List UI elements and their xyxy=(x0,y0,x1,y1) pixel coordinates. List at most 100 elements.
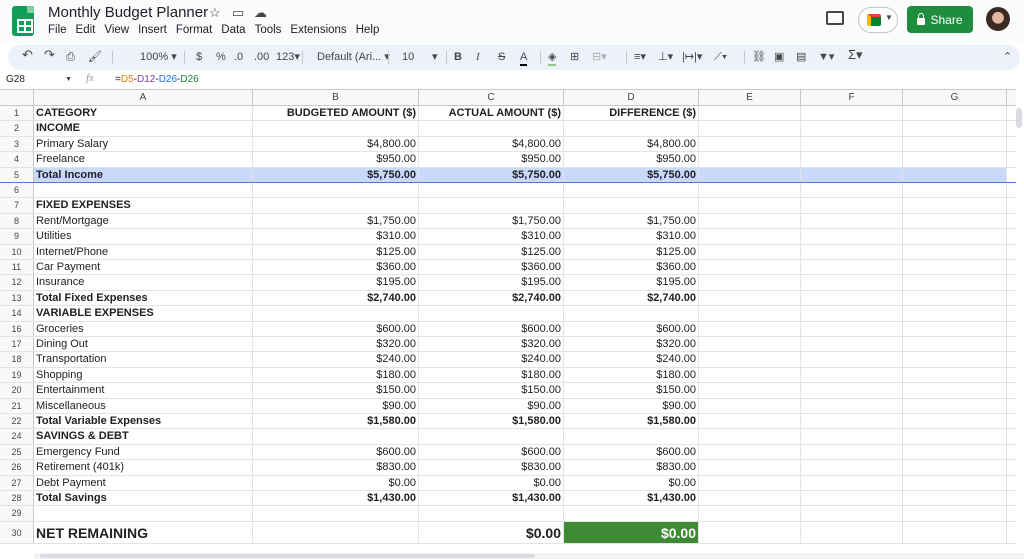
decrease-decimal-button[interactable]: .0 xyxy=(234,50,243,64)
cell-difference[interactable] xyxy=(564,183,699,198)
cell-actual[interactable]: $240.00 xyxy=(419,352,564,367)
row-number[interactable]: 20 xyxy=(0,383,34,398)
cell-empty[interactable] xyxy=(801,491,903,506)
cell-actual[interactable]: $1,750.00 xyxy=(419,213,564,229)
zoom-select[interactable]: 100% ▾ xyxy=(140,50,177,64)
cell-actual[interactable]: $0.00 xyxy=(419,475,564,490)
merge-cells-icon[interactable]: ⊟▾ xyxy=(592,50,607,64)
row-number[interactable]: 13 xyxy=(0,290,34,306)
cell-budgeted[interactable]: $320.00 xyxy=(253,337,419,352)
cell-category[interactable]: INCOME xyxy=(34,121,253,136)
cell-empty[interactable] xyxy=(903,367,1007,383)
cell-empty[interactable] xyxy=(801,398,903,413)
cell-actual[interactable]: $90.00 xyxy=(419,398,564,413)
row-number[interactable]: 30 xyxy=(0,521,34,543)
cell-budgeted[interactable]: BUDGETED AMOUNT ($) xyxy=(253,106,419,121)
cell-empty[interactable] xyxy=(801,352,903,367)
cell-category[interactable]: Primary Salary xyxy=(34,136,253,152)
cell-empty[interactable] xyxy=(903,198,1007,213)
cell-empty[interactable] xyxy=(699,444,801,460)
italic-button[interactable]: I xyxy=(476,50,480,64)
cell-empty[interactable] xyxy=(699,244,801,259)
cell-difference[interactable]: $1,580.00 xyxy=(564,414,699,429)
cell-empty[interactable] xyxy=(801,198,903,213)
cell-empty[interactable] xyxy=(903,244,1007,259)
row-number[interactable]: 21 xyxy=(0,398,34,413)
row-number[interactable]: 27 xyxy=(0,475,34,490)
horizontal-align-icon[interactable]: ≡▾ xyxy=(634,50,646,64)
cell-budgeted[interactable]: $600.00 xyxy=(253,444,419,460)
cell-budgeted[interactable] xyxy=(253,183,419,198)
cell-empty[interactable] xyxy=(903,260,1007,275)
cell-empty[interactable] xyxy=(801,460,903,475)
cell-difference[interactable]: $150.00 xyxy=(564,383,699,398)
cell-actual[interactable]: $195.00 xyxy=(419,275,564,290)
increase-decimal-button[interactable]: .00 xyxy=(254,50,269,64)
cell-actual[interactable] xyxy=(419,121,564,136)
cell-empty[interactable] xyxy=(903,290,1007,306)
cell-empty[interactable] xyxy=(699,352,801,367)
row-number[interactable]: 2 xyxy=(0,121,34,136)
cell-empty[interactable] xyxy=(801,337,903,352)
cell-empty[interactable] xyxy=(903,383,1007,398)
share-button[interactable]: Share xyxy=(907,6,973,33)
cell-budgeted[interactable]: $5,750.00 xyxy=(253,167,419,182)
cell-empty[interactable] xyxy=(903,398,1007,413)
cell-category[interactable]: Internet/Phone xyxy=(34,244,253,259)
cell-budgeted[interactable] xyxy=(253,429,419,444)
cell-budgeted[interactable]: $1,430.00 xyxy=(253,491,419,506)
vertical-align-icon[interactable]: ⊥▾ xyxy=(658,50,673,64)
cell-category[interactable]: NET REMAINING xyxy=(34,521,253,543)
cell-budgeted[interactable]: $195.00 xyxy=(253,275,419,290)
fill-color-icon[interactable]: ◈ xyxy=(548,50,557,66)
cell-category[interactable]: Total Income xyxy=(34,167,253,182)
cell-category[interactable]: Dining Out xyxy=(34,337,253,352)
bold-button[interactable]: B xyxy=(454,50,462,64)
cell-actual[interactable]: $2,740.00 xyxy=(419,290,564,306)
cell-empty[interactable] xyxy=(801,521,903,543)
cell-empty[interactable] xyxy=(699,383,801,398)
column-header[interactable]: B xyxy=(253,90,419,106)
cell-category[interactable]: FIXED EXPENSES xyxy=(34,198,253,213)
column-header[interactable]: C xyxy=(419,90,564,106)
cell-actual[interactable] xyxy=(419,306,564,321)
cell-difference[interactable] xyxy=(564,198,699,213)
cell-category[interactable]: Insurance xyxy=(34,275,253,290)
cell-empty[interactable] xyxy=(699,460,801,475)
cell-budgeted[interactable]: $4,800.00 xyxy=(253,136,419,152)
cell-budgeted[interactable]: $360.00 xyxy=(253,260,419,275)
cell-category[interactable] xyxy=(34,183,253,198)
cell-difference[interactable] xyxy=(564,429,699,444)
cell-empty[interactable] xyxy=(801,367,903,383)
cell-empty[interactable] xyxy=(699,260,801,275)
cell-empty[interactable] xyxy=(903,521,1007,543)
cell-empty[interactable] xyxy=(699,414,801,429)
select-all-corner[interactable] xyxy=(0,90,34,106)
menu-view[interactable]: View xyxy=(104,24,134,36)
cell-budgeted[interactable]: $180.00 xyxy=(253,367,419,383)
cell-difference[interactable] xyxy=(564,306,699,321)
menu-extensions[interactable]: Extensions xyxy=(290,24,351,36)
text-rotation-icon[interactable]: ⟋▾ xyxy=(714,50,727,64)
cell-empty[interactable] xyxy=(801,383,903,398)
cell-empty[interactable] xyxy=(801,321,903,336)
cell-category[interactable]: Shopping xyxy=(34,367,253,383)
cell-actual[interactable]: $830.00 xyxy=(419,460,564,475)
font-size-select[interactable]: 10 xyxy=(402,50,414,64)
cell-empty[interactable] xyxy=(801,229,903,244)
cell-category[interactable]: SAVINGS & DEBT xyxy=(34,429,253,444)
cell-empty[interactable] xyxy=(801,244,903,259)
cell-empty[interactable] xyxy=(699,213,801,229)
cell-empty[interactable] xyxy=(903,491,1007,506)
cell-empty[interactable] xyxy=(903,460,1007,475)
cell-empty[interactable] xyxy=(699,475,801,490)
percent-format-button[interactable]: % xyxy=(216,50,226,64)
cell-budgeted[interactable] xyxy=(253,506,419,521)
cell-actual[interactable] xyxy=(419,506,564,521)
cell-category[interactable]: Rent/Mortgage xyxy=(34,213,253,229)
cell-empty[interactable] xyxy=(699,198,801,213)
cell-category[interactable]: Groceries xyxy=(34,321,253,336)
cell-difference[interactable]: $950.00 xyxy=(564,152,699,167)
more-formats-button[interactable]: 123▾ xyxy=(276,50,300,64)
cell-actual[interactable] xyxy=(419,198,564,213)
